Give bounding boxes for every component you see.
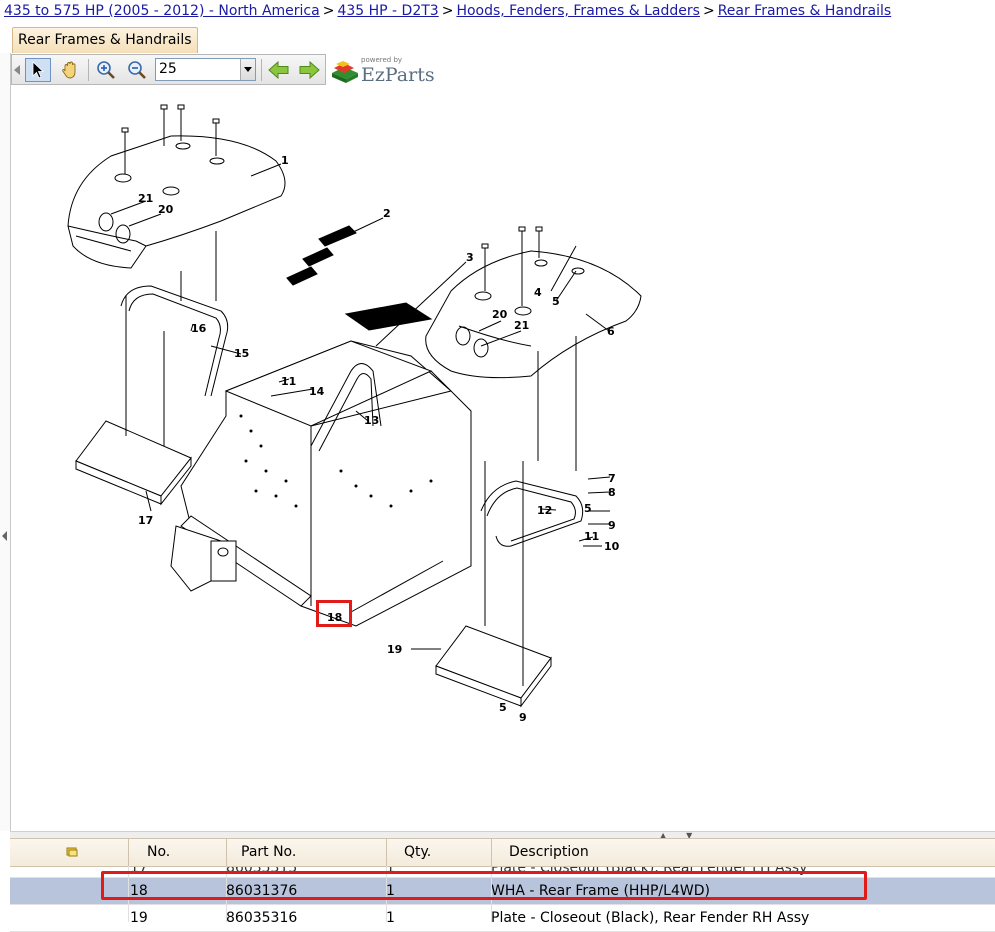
collapse-arrow-icon — [2, 531, 7, 541]
hand-icon — [62, 61, 76, 79]
table-row[interactable]: 19 86035316 1 Plate - Closeout (Black), … — [10, 905, 995, 932]
callout-label[interactable]: 11 — [281, 375, 296, 388]
breadcrumb-link-current[interactable]: Rear Frames & Handrails — [718, 3, 892, 19]
breadcrumb-link-model[interactable]: 435 to 575 HP (2005 - 2012) - North Amer… — [4, 3, 320, 19]
callout-label[interactable]: 20 — [158, 203, 174, 216]
toolbar-divider — [261, 59, 262, 81]
forward-button[interactable] — [296, 58, 322, 82]
breadcrumb-separator: > — [702, 3, 715, 19]
tab-rear-frames-handrails[interactable]: Rear Frames & Handrails — [12, 27, 198, 53]
ezparts-logo-icon — [332, 61, 358, 83]
callout-label[interactable]: 20 — [492, 308, 508, 321]
callout-label[interactable]: 5 — [499, 701, 507, 714]
zoom-in-icon — [97, 61, 115, 79]
rear-frame-part[interactable] — [170, 340, 472, 627]
left-step-part[interactable] — [75, 420, 192, 506]
notes-icon — [66, 847, 78, 857]
cell-no: 19 — [130, 910, 148, 926]
breadcrumb-link-variant[interactable]: 435 HP - D2T3 — [337, 3, 438, 19]
header-icon-column[interactable] — [10, 839, 128, 866]
callout-label[interactable]: 3 — [466, 251, 474, 264]
arrow-left-icon — [268, 61, 289, 79]
decal-part[interactable] — [286, 225, 357, 286]
pointer-tool-button[interactable] — [25, 58, 51, 82]
left-handrail-part[interactable] — [120, 285, 229, 397]
callout-label[interactable]: 17 — [138, 514, 153, 527]
highlighted-callout-18 — [316, 600, 352, 627]
pointer-arrow-icon — [32, 61, 45, 79]
callout-label[interactable]: 15 — [234, 347, 249, 360]
cell-qty: 1 — [386, 910, 395, 926]
table-header: No. Part No. Qty. Description — [10, 838, 995, 867]
callout-label[interactable]: 21 — [514, 319, 529, 332]
highlighted-row-outline — [101, 871, 867, 900]
pan-tool-button[interactable] — [57, 58, 83, 82]
toolbar-scroll-left-icon[interactable] — [12, 58, 22, 82]
callout-label[interactable]: 11 — [584, 530, 599, 543]
header-qty[interactable]: Qty. — [386, 839, 491, 866]
header-part-no[interactable]: Part No. — [226, 839, 386, 866]
header-description[interactable]: Description — [491, 839, 995, 866]
callout-label[interactable]: 13 — [364, 414, 379, 427]
callout-label[interactable]: 16 — [191, 322, 207, 335]
callout-label[interactable]: 5 — [584, 502, 592, 515]
breadcrumb: 435 to 575 HP (2005 - 2012) - North Amer… — [0, 0, 995, 22]
right-fender-part[interactable] — [425, 226, 642, 379]
callout-label[interactable]: 14 — [309, 385, 325, 398]
callout-label[interactable]: 21 — [138, 192, 153, 205]
right-step-part[interactable] — [435, 625, 552, 708]
powered-by-label: powered by — [361, 56, 403, 64]
callout-label[interactable]: 4 — [534, 286, 542, 299]
callout-label[interactable]: 1 — [281, 154, 289, 167]
zoom-level-select[interactable]: 25 — [155, 58, 256, 81]
exploded-parts-diagram[interactable]: 1 2 3 4 5 6 7 8 9 10 11 12 13 14 15 16 1… — [11, 86, 651, 726]
zoom-in-button[interactable] — [93, 58, 119, 82]
back-button[interactable] — [266, 58, 292, 82]
callout-label[interactable]: 9 — [608, 519, 616, 532]
panel-splitter[interactable]: ▲▼ — [10, 831, 995, 840]
toolbar-divider — [88, 59, 89, 81]
callout-label[interactable]: 12 — [537, 504, 552, 517]
callout-label[interactable]: 7 — [608, 472, 616, 485]
header-no[interactable]: No. — [128, 839, 226, 866]
arrow-right-icon — [299, 61, 320, 79]
cell-part-no: 86035316 — [226, 910, 298, 926]
callout-label[interactable]: 9 — [519, 711, 527, 724]
callout-label[interactable]: 8 — [608, 486, 616, 499]
ezparts-logo: powered by EzParts — [330, 56, 440, 86]
brand-name: EzParts — [361, 64, 435, 86]
chevron-down-icon[interactable] — [240, 59, 255, 80]
breadcrumb-separator: > — [322, 3, 335, 19]
breadcrumb-link-category[interactable]: Hoods, Fenders, Frames & Ladders — [456, 3, 700, 19]
cell-description: Plate - Closeout (Black), Rear Fender RH… — [491, 910, 810, 926]
callout-label[interactable]: 2 — [383, 207, 391, 220]
callout-label[interactable]: 10 — [604, 540, 620, 553]
zoom-out-button[interactable] — [124, 58, 150, 82]
callout-label[interactable]: 19 — [387, 643, 402, 656]
callout-label[interactable]: 5 — [552, 295, 560, 308]
left-fender-part[interactable] — [67, 135, 286, 269]
zoom-out-icon — [128, 61, 146, 79]
viewer-toolbar: 25 — [11, 54, 326, 85]
right-handrail-part[interactable] — [480, 480, 584, 547]
breadcrumb-separator: > — [441, 3, 454, 19]
callout-label[interactable]: 6 — [607, 325, 615, 338]
tab-strip: Rear Frames & Handrails — [0, 25, 995, 54]
zoom-level-value: 25 — [159, 61, 177, 77]
